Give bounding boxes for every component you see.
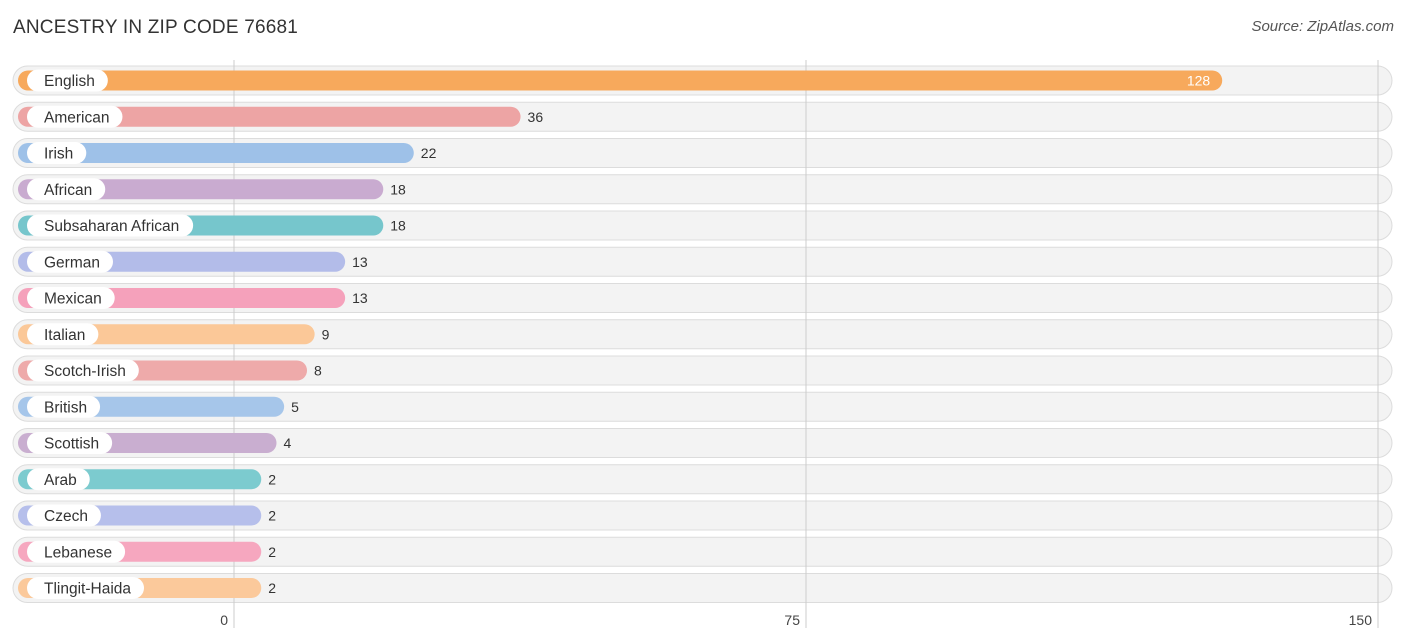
category-label: Tlingit-Haida: [44, 581, 131, 598]
bar-group: Tlingit-Haida 2: [18, 577, 276, 599]
bar-group: Arab 2: [18, 468, 276, 491]
bar-group: African 18: [18, 178, 406, 201]
x-tick-label: 75: [784, 612, 800, 628]
category-label: American: [44, 109, 109, 126]
bar-group: Scottish 4: [18, 432, 292, 454]
bar-group: Czech 2: [18, 504, 276, 527]
category-label: African: [44, 182, 92, 199]
category-label: Scotch-Irish: [44, 363, 126, 380]
bar-group: American 36: [18, 105, 544, 128]
value-label: 18: [390, 181, 406, 197]
bar-group: Irish 22: [18, 142, 437, 164]
value-label: 36: [528, 109, 544, 125]
category-label: Czech: [44, 508, 88, 525]
value-label: 5: [291, 399, 299, 415]
bar: [18, 70, 1223, 91]
category-label: Irish: [44, 146, 73, 163]
value-label: 18: [390, 218, 406, 234]
x-axis-ticks: 0 75 150: [220, 612, 1372, 628]
category-label: Arab: [44, 472, 77, 489]
bar-group: British 5: [18, 395, 299, 418]
x-tick-label: 150: [1349, 612, 1373, 628]
bar-group: Lebanese 2: [18, 540, 276, 563]
category-label: British: [44, 399, 87, 416]
bar-chart: English 128American 36Irish 22African 18Subs…: [12, 60, 1393, 628]
value-label: 4: [284, 435, 292, 451]
category-label: Subsaharan African: [44, 218, 179, 235]
value-label: 2: [268, 544, 276, 560]
category-label: Lebanese: [44, 544, 112, 561]
value-label: 2: [268, 580, 276, 596]
value-label: 13: [352, 290, 368, 306]
value-label: 2: [268, 471, 276, 487]
value-label: 9: [322, 326, 330, 342]
category-label: Scottish: [44, 436, 99, 453]
bar-group: English 128: [18, 69, 1223, 92]
value-label: 13: [352, 254, 368, 270]
bar-group: Mexican 13: [18, 287, 368, 309]
value-label: 2: [268, 508, 276, 524]
category-label: Mexican: [44, 291, 102, 308]
bar-group: Italian 9: [18, 323, 330, 346]
category-label: Italian: [44, 327, 85, 344]
value-label: 22: [421, 145, 437, 161]
category-label: English: [44, 73, 95, 90]
bar-group: Scotch-Irish 8: [18, 359, 322, 382]
bar-group: Subsaharan African 18: [18, 214, 406, 237]
category-label: German: [44, 254, 100, 271]
bar-group: German 13: [18, 250, 368, 273]
x-tick-label: 0: [220, 612, 228, 628]
value-label: 128: [1187, 73, 1211, 89]
value-label: 8: [314, 363, 322, 379]
